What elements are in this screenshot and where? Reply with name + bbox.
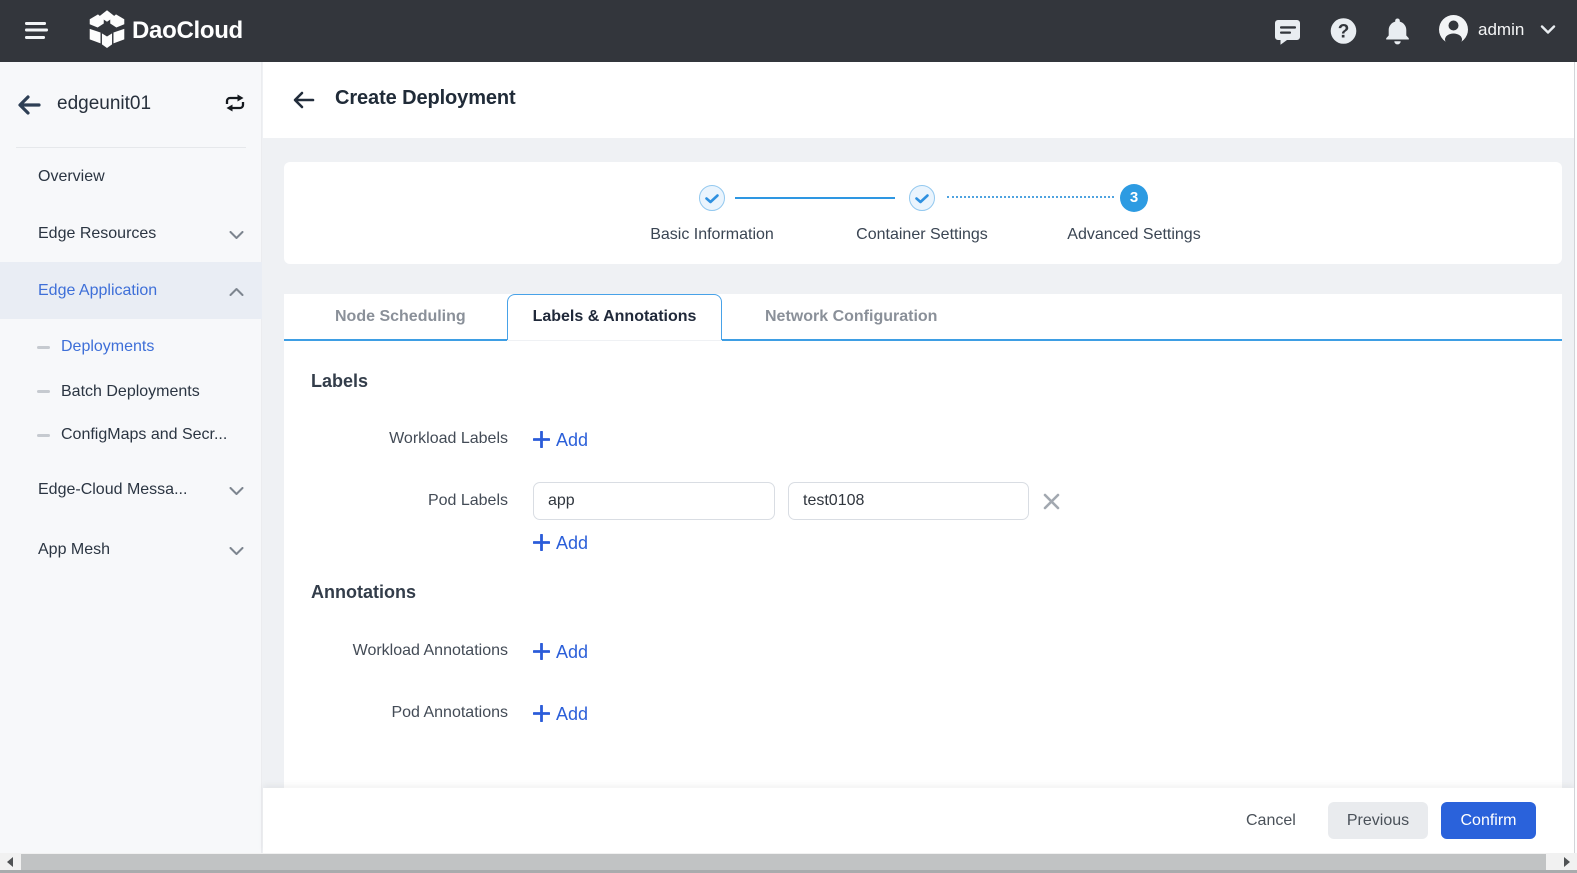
svg-text:?: ? <box>1338 22 1350 43</box>
